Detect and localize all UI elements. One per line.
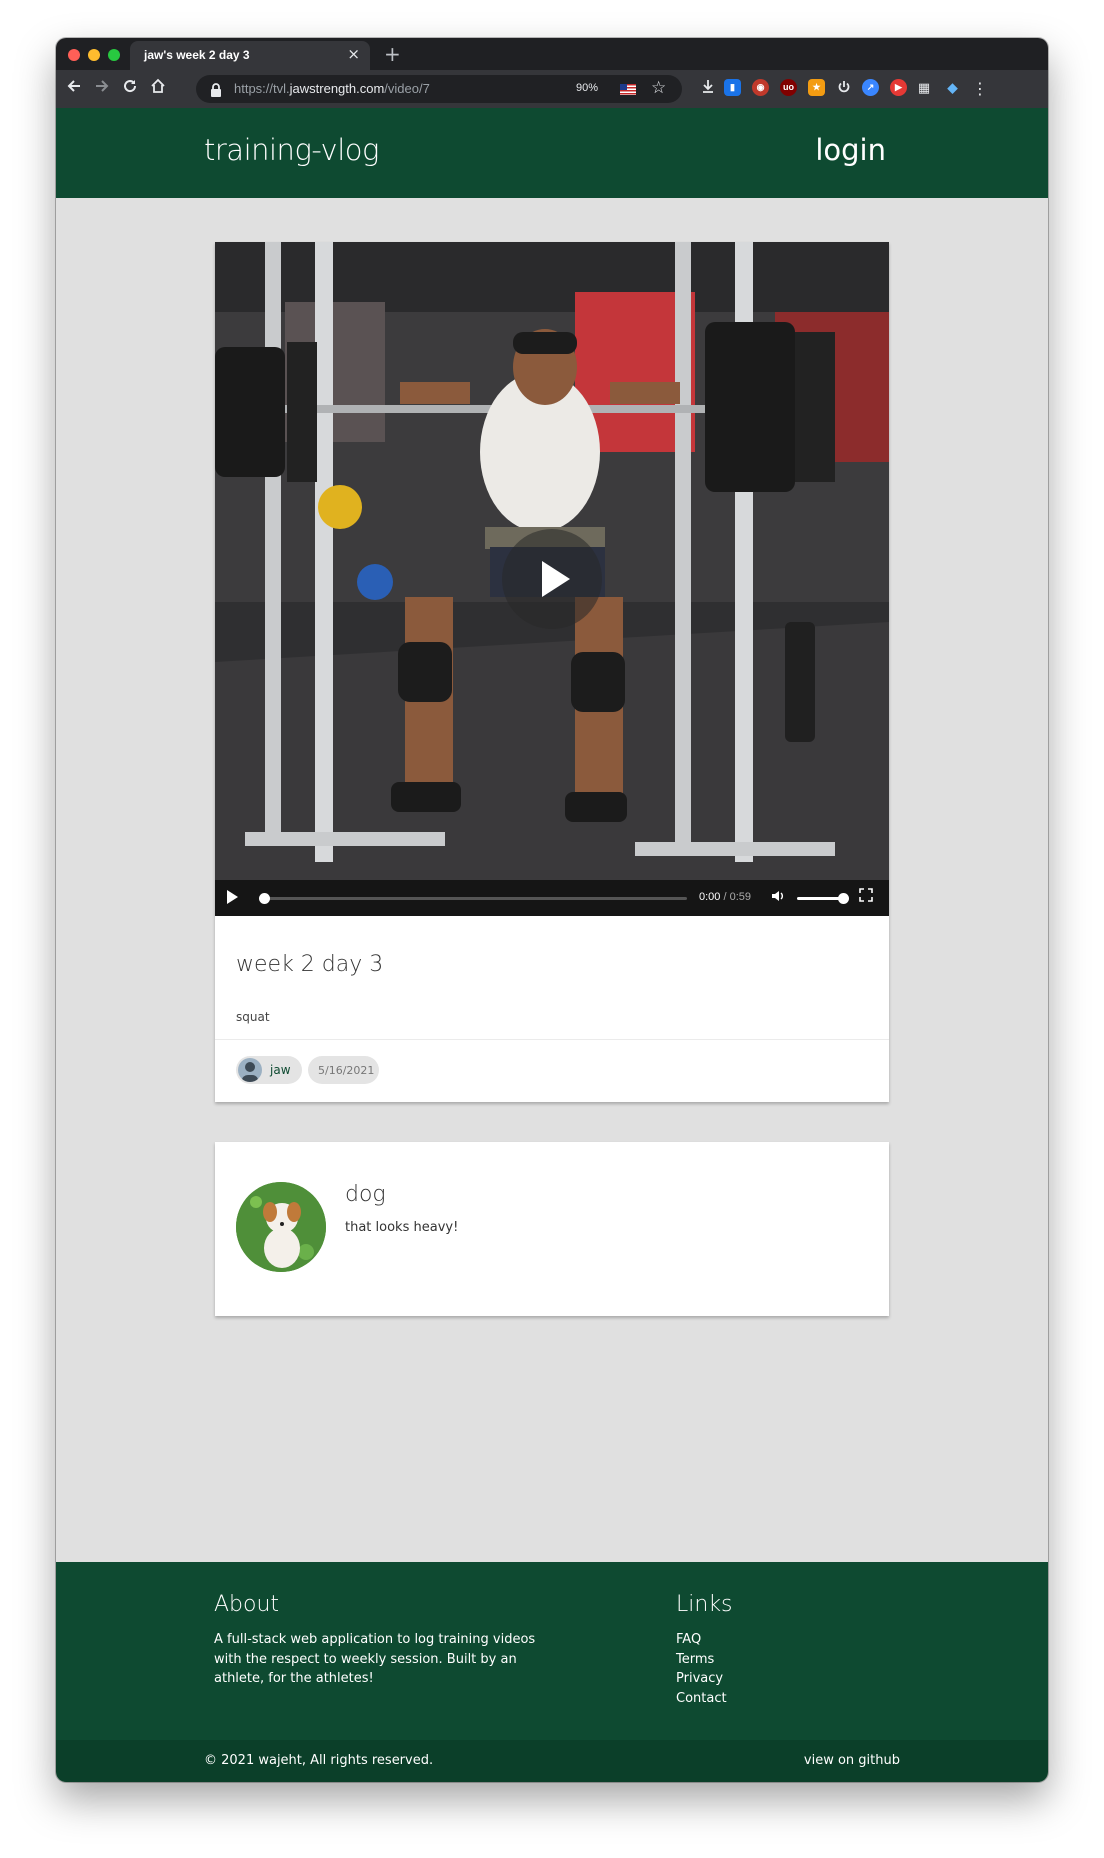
video-controls: 0:00 / 0:59 [215,880,889,916]
ublock-icon[interactable]: uo [780,79,797,96]
comment-author[interactable]: dog [345,1182,386,1207]
video-card: 0:00 / 0:59 week 2 day 3 squat jaw 5/16/… [215,242,889,1102]
browser-toolbar: https://tvl.jawstrength.com/video/7 90% … [56,70,1048,108]
zoom-indicator[interactable]: 90% [576,82,598,94]
extension-icon[interactable]: ▶ [890,79,907,96]
reload-icon[interactable] [118,77,142,101]
extension-icon[interactable]: ▮ [724,79,741,96]
login-link[interactable]: login [815,133,886,167]
tab-close-icon[interactable]: × [347,45,360,63]
video-description: squat [236,1010,270,1024]
extensions-grid-icon[interactable]: ▦ [912,77,936,101]
volume-handle[interactable] [838,893,849,904]
volume-slider[interactable] [797,897,843,900]
download-icon[interactable] [696,77,720,101]
copyright-text: © 2021 wajeht, All rights reserved. [204,1753,434,1768]
date-chip: 5/16/2021 [308,1056,379,1084]
browser-window: jaw's week 2 day 3 × + https://tvl.jawst… [56,38,1048,1782]
address-bar[interactable]: https://tvl.jawstrength.com/video/7 90% … [196,75,682,103]
url-text: https://tvl.jawstrength.com/video/7 [234,81,430,96]
lock-icon [210,82,222,101]
minimize-window-button[interactable] [88,49,100,61]
author-name: jaw [270,1063,291,1077]
brand-link[interactable]: training-vlog [204,133,379,167]
extension-icon[interactable]: ★ [808,79,825,96]
author-chip[interactable]: jaw [236,1056,302,1084]
gem-icon[interactable]: ◆ [944,79,961,96]
github-link[interactable]: view on github [804,1753,900,1768]
power-icon[interactable] [832,77,856,101]
seek-handle[interactable] [259,893,270,904]
play-overlay-icon[interactable] [502,529,602,629]
seek-bar[interactable] [263,897,687,900]
home-icon[interactable] [146,77,170,101]
new-tab-button[interactable]: + [384,42,401,66]
video-date: 5/16/2021 [318,1064,375,1077]
avatar [236,1182,326,1272]
link-terms[interactable]: Terms [676,1650,727,1670]
page: training-vlog login 0:00 / 0:59 week 2 d… [56,108,1048,1782]
maximize-window-button[interactable] [108,49,120,61]
avatar [238,1058,262,1082]
back-arrow-icon[interactable] [62,77,86,101]
links-heading: Links [676,1592,733,1617]
tab-title: jaw's week 2 day 3 [144,48,250,62]
forward-arrow-icon[interactable] [90,77,114,101]
volume-icon[interactable] [771,889,785,907]
divider [215,1039,889,1040]
close-window-button[interactable] [68,49,80,61]
link-privacy[interactable]: Privacy [676,1669,727,1689]
video-player[interactable]: 0:00 / 0:59 [215,242,889,916]
browser-tab[interactable]: jaw's week 2 day 3 × [130,41,370,70]
about-heading: About [214,1592,280,1617]
site-footer: About A full-stack web application to lo… [56,1562,1048,1740]
tab-strip: jaw's week 2 day 3 × + [56,38,1048,70]
link-contact[interactable]: Contact [676,1689,727,1709]
site-header: training-vlog login [56,108,1048,198]
time-display: 0:00 / 0:59 [699,891,752,903]
link-faq[interactable]: FAQ [676,1630,727,1650]
video-title: week 2 day 3 [236,952,384,977]
comment-card: dog that looks heavy! [215,1142,889,1316]
comment-text: that looks heavy! [345,1220,459,1235]
menu-icon[interactable]: ⋮ [968,77,992,101]
extension-icon[interactable]: ◉ [752,79,769,96]
footer-links: FAQ Terms Privacy Contact [676,1630,727,1708]
extension-icon[interactable]: ↗ [862,79,879,96]
star-icon[interactable]: ☆ [651,78,666,98]
flag-icon[interactable] [620,84,636,95]
play-icon[interactable] [227,890,238,904]
about-text: A full-stack web application to log trai… [214,1632,536,1686]
fullscreen-icon[interactable] [859,888,873,902]
copyright-bar: © 2021 wajeht, All rights reserved. view… [56,1740,1048,1782]
